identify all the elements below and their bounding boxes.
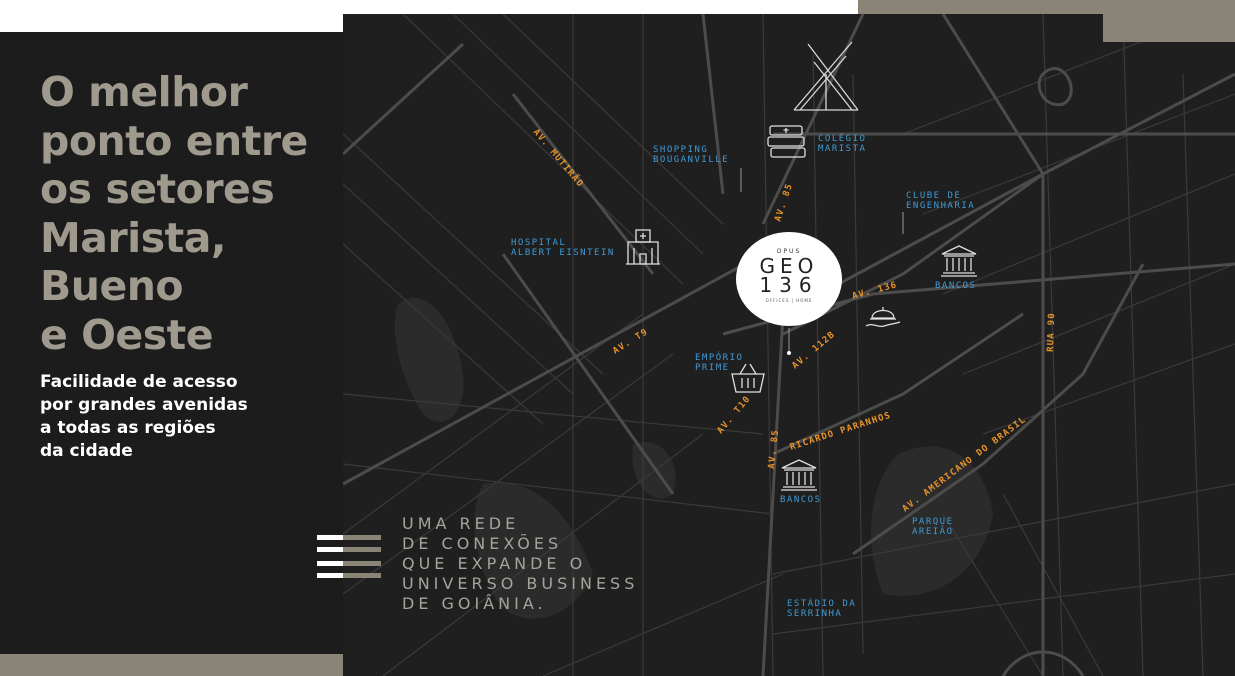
- top-right-accent-block: [1103, 14, 1235, 42]
- tagline: UMA REDE DE CONEXÕES QUE EXPANDE O UNIVE…: [402, 514, 638, 614]
- headline-line: O melhor: [40, 68, 248, 116]
- road-label-rua90: RUA 90: [1046, 312, 1057, 352]
- tagline-line: QUE EXPANDE O: [402, 554, 587, 573]
- line-white: [317, 547, 343, 552]
- top-accent-bar: [858, 0, 1235, 14]
- bank-icon: [941, 245, 977, 277]
- headline: O melhor ponto entre os setores Marista,…: [40, 68, 340, 359]
- line-accent: [343, 561, 381, 566]
- tagline-line: UNIVERSO BUSINESS: [402, 574, 639, 593]
- headline-line: ponto entre: [40, 116, 308, 165]
- subheadline-line: por grandes avenidas: [40, 395, 248, 415]
- road-label-ricardo: RICARDO PARANHOS: [789, 411, 893, 453]
- subheadline-line: da cidade: [40, 441, 133, 461]
- tagline-line: DE GOIÂNIA.: [402, 594, 547, 613]
- top-white-strip: [343, 0, 858, 14]
- bottom-accent-bar: [0, 654, 343, 676]
- poi-estadio[interactable]: ESTÁDIO DA SERRINHA: [787, 599, 856, 619]
- line-white: [317, 561, 343, 566]
- books-icon: [767, 125, 806, 158]
- logo-subtitle: OFFICES | HOME: [765, 298, 813, 303]
- headline-line: e Oeste: [40, 310, 214, 359]
- basket-icon: [731, 363, 765, 393]
- subheadline: Facilidade de acesso por grandes avenida…: [40, 371, 340, 463]
- road-label-mutirao: AV. MUTIRÃO: [531, 127, 586, 190]
- tagline-line: DE CONEXÕES: [402, 534, 563, 553]
- line-accent: [343, 535, 381, 540]
- road-label-t10: AV. T10: [716, 394, 753, 436]
- left-top-strip: [0, 0, 343, 32]
- road-label-t9: AV. T9: [611, 327, 650, 357]
- poi-bancos-bottom[interactable]: BANCOS: [780, 495, 822, 505]
- tagline-line: UMA REDE: [402, 514, 520, 533]
- compass-x-icon: [793, 41, 859, 111]
- bank-icon: [781, 459, 817, 491]
- headline-line: Marista,: [40, 213, 227, 262]
- poi-hospital[interactable]: HOSPITAL ALBERT EISNTEIN: [511, 238, 615, 258]
- subheadline-line: a todas as regiões: [40, 418, 216, 438]
- logo-number: 136: [759, 273, 819, 297]
- cloche-icon: [865, 307, 901, 328]
- poi-parque[interactable]: PARQUE AREIÃO: [912, 517, 954, 537]
- poi-bancos-top[interactable]: BANCOS: [935, 281, 977, 291]
- line-white: [317, 573, 343, 578]
- subheadline-line: Facilidade de acesso: [40, 372, 238, 392]
- line-accent: [343, 547, 381, 552]
- opus-geo-136-logo[interactable]: OPUS GEO 136 OFFICES | HOME: [736, 232, 842, 326]
- line-accent: [343, 573, 381, 578]
- line-white: [317, 535, 343, 540]
- headline-line: Bueno: [40, 262, 184, 310]
- hospital-icon: [626, 229, 660, 265]
- headline-line: os setores: [40, 165, 275, 213]
